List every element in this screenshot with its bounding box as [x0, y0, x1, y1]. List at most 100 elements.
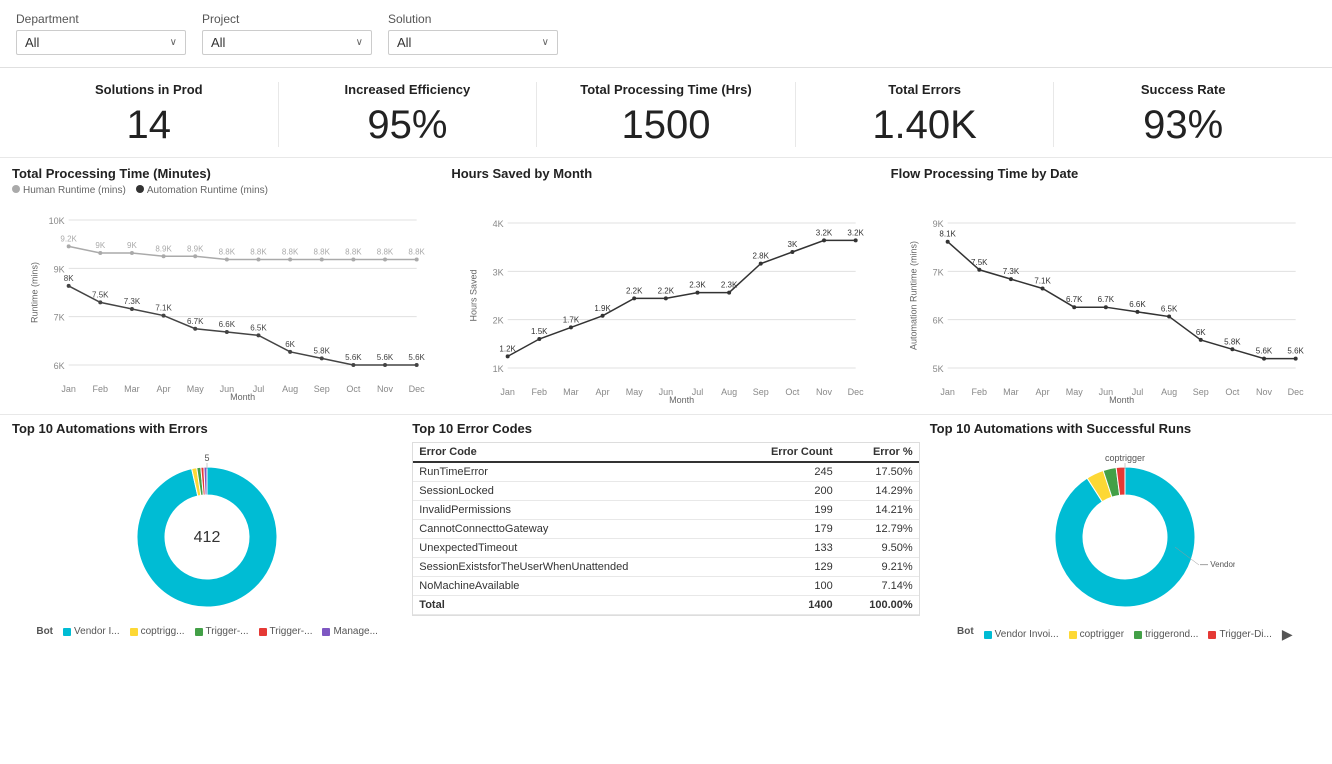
error-pct-cell: 7.14%	[839, 577, 919, 596]
svg-text:8.8K: 8.8K	[345, 248, 362, 257]
top-success-legend: Bot Vendor Invoi... coptrigger triggeron…	[957, 626, 1293, 643]
error-code-cell: RunTimeError	[413, 462, 732, 482]
svg-text:2.2K: 2.2K	[626, 286, 643, 295]
svg-text:8.8K: 8.8K	[314, 248, 331, 257]
filter-bar: Department All ∨ Project All ∨ Solution …	[0, 0, 1332, 68]
hours-saved-chart-panel: Hours Saved by Month 1K2K3K4KJanFebMarAp…	[451, 166, 880, 406]
svg-text:Sep: Sep	[753, 387, 769, 397]
kpi-success-title: Success Rate	[1064, 82, 1302, 97]
error-code-cell: CannotConnecttoGateway	[413, 520, 732, 539]
errors-trigger2-label: Trigger-...	[270, 626, 313, 637]
error-pct-cell: 9.50%	[839, 539, 919, 558]
error-count-cell: 200	[732, 482, 838, 501]
total-label: Total	[413, 596, 732, 615]
svg-text:8.8K: 8.8K	[250, 248, 267, 257]
svg-text:Mar: Mar	[124, 384, 140, 394]
table-row: CannotConnecttoGateway17912.79%	[413, 520, 918, 539]
error-codes-table: Error Code Error Count Error % RunTimeEr…	[413, 443, 918, 615]
right-arrow-icon[interactable]: ▶	[1282, 626, 1293, 643]
error-pct-cell: 14.29%	[839, 482, 919, 501]
svg-text:9.2K: 9.2K	[60, 234, 77, 243]
kpi-row: Solutions in Prod 14 Increased Efficienc…	[0, 68, 1332, 158]
kpi-success-rate: Success Rate 93%	[1054, 82, 1312, 147]
project-select[interactable]: All ∨	[202, 30, 372, 55]
kpi-efficiency-value: 95%	[289, 103, 527, 147]
solution-filter: Solution All ∨	[388, 12, 558, 55]
kpi-success-value: 93%	[1064, 103, 1302, 147]
table-row: RunTimeError24517.50%	[413, 462, 918, 482]
svg-text:Jan: Jan	[501, 387, 516, 397]
svg-text:Month: Month	[669, 395, 694, 403]
svg-text:7K: 7K	[932, 267, 943, 277]
table-row: SessionExistsforTheUserWhenUnattended129…	[413, 558, 918, 577]
svg-text:7.1K: 7.1K	[155, 304, 172, 313]
solution-chevron: ∨	[542, 37, 549, 48]
error-codes-table-wrapper[interactable]: Error Code Error Count Error % RunTimeEr…	[412, 442, 919, 616]
solution-select[interactable]: All ∨	[388, 30, 558, 55]
svg-text:Jan: Jan	[940, 387, 955, 397]
svg-text:Dec: Dec	[409, 384, 426, 394]
error-code-cell: SessionExistsforTheUserWhenUnattended	[413, 558, 732, 577]
svg-text:9K: 9K	[95, 241, 105, 250]
error-code-cell: UnexpectedTimeout	[413, 539, 732, 558]
processing-time-title: Total Processing Time (Minutes)	[12, 166, 441, 181]
error-pct-cell: 12.79%	[839, 520, 919, 539]
error-pct-cell: 17.50%	[839, 462, 919, 482]
svg-text:9K: 9K	[932, 219, 943, 229]
success-vendor-label: Vendor Invoi...	[995, 629, 1059, 640]
svg-text:6.5K: 6.5K	[250, 323, 267, 332]
top-success-title: Top 10 Automations with Successful Runs	[930, 421, 1320, 436]
kpi-errors-title: Total Errors	[806, 82, 1044, 97]
svg-text:5.8K: 5.8K	[1224, 337, 1241, 346]
svg-text:4K: 4K	[493, 219, 504, 229]
total-pct: 100.00%	[839, 596, 919, 615]
kpi-increased-efficiency: Increased Efficiency 95%	[279, 82, 538, 147]
svg-text:5: 5	[205, 453, 210, 463]
bottom-section: Top 10 Automations with Errors 4125 Bot …	[0, 415, 1332, 649]
svg-text:Apr: Apr	[596, 387, 610, 397]
svg-text:3.2K: 3.2K	[816, 228, 833, 237]
svg-text:7.5K: 7.5K	[92, 290, 109, 299]
svg-text:7K: 7K	[54, 313, 65, 323]
table-row: NoMachineAvailable1007.14%	[413, 577, 918, 596]
department-value: All	[25, 35, 39, 50]
svg-text:1.7K: 1.7K	[563, 315, 580, 324]
svg-text:6.5K: 6.5K	[1161, 305, 1178, 314]
solution-value: All	[397, 35, 411, 50]
svg-text:1K: 1K	[493, 364, 504, 374]
svg-text:Apr: Apr	[157, 384, 171, 394]
svg-text:6K: 6K	[54, 361, 65, 371]
table-row: UnexpectedTimeout1339.50%	[413, 539, 918, 558]
solution-label: Solution	[388, 12, 558, 26]
svg-text:8.8K: 8.8K	[282, 248, 299, 257]
top-errors-panel: Top 10 Automations with Errors 4125 Bot …	[12, 421, 402, 643]
svg-text:3.2K: 3.2K	[848, 228, 865, 237]
svg-text:2.8K: 2.8K	[753, 252, 770, 261]
svg-text:Aug: Aug	[721, 387, 737, 397]
svg-text:2K: 2K	[493, 316, 504, 326]
errors-vendor-label: Vendor I...	[74, 626, 120, 637]
flow-processing-title: Flow Processing Time by Date	[891, 166, 1320, 181]
svg-text:7.3K: 7.3K	[1002, 267, 1019, 276]
svg-text:Jan: Jan	[61, 384, 76, 394]
col-error-count: Error Count	[732, 443, 838, 462]
svg-text:5K: 5K	[932, 364, 943, 374]
kpi-total-errors: Total Errors 1.40K	[796, 82, 1055, 147]
svg-text:1.2K: 1.2K	[500, 344, 517, 353]
svg-text:6.7K: 6.7K	[1066, 295, 1083, 304]
svg-text:5.6K: 5.6K	[377, 353, 394, 362]
department-select[interactable]: All ∨	[16, 30, 186, 55]
error-pct-cell: 14.21%	[839, 501, 919, 520]
svg-text:8.8K: 8.8K	[219, 248, 236, 257]
svg-text:May: May	[1065, 387, 1083, 397]
svg-text:Nov: Nov	[377, 384, 394, 394]
kpi-solutions-value: 14	[30, 103, 268, 147]
svg-text:Automation Runtime (mins): Automation Runtime (mins)	[908, 241, 918, 350]
svg-text:Sep: Sep	[314, 384, 330, 394]
svg-text:Runtime (mins): Runtime (mins)	[30, 262, 40, 323]
col-error-pct: Error %	[839, 443, 919, 462]
svg-text:8K: 8K	[64, 274, 74, 283]
errors-coptrigg-label: coptrigg...	[141, 626, 185, 637]
error-code-cell: InvalidPermissions	[413, 501, 732, 520]
svg-text:7.1K: 7.1K	[1034, 276, 1051, 285]
